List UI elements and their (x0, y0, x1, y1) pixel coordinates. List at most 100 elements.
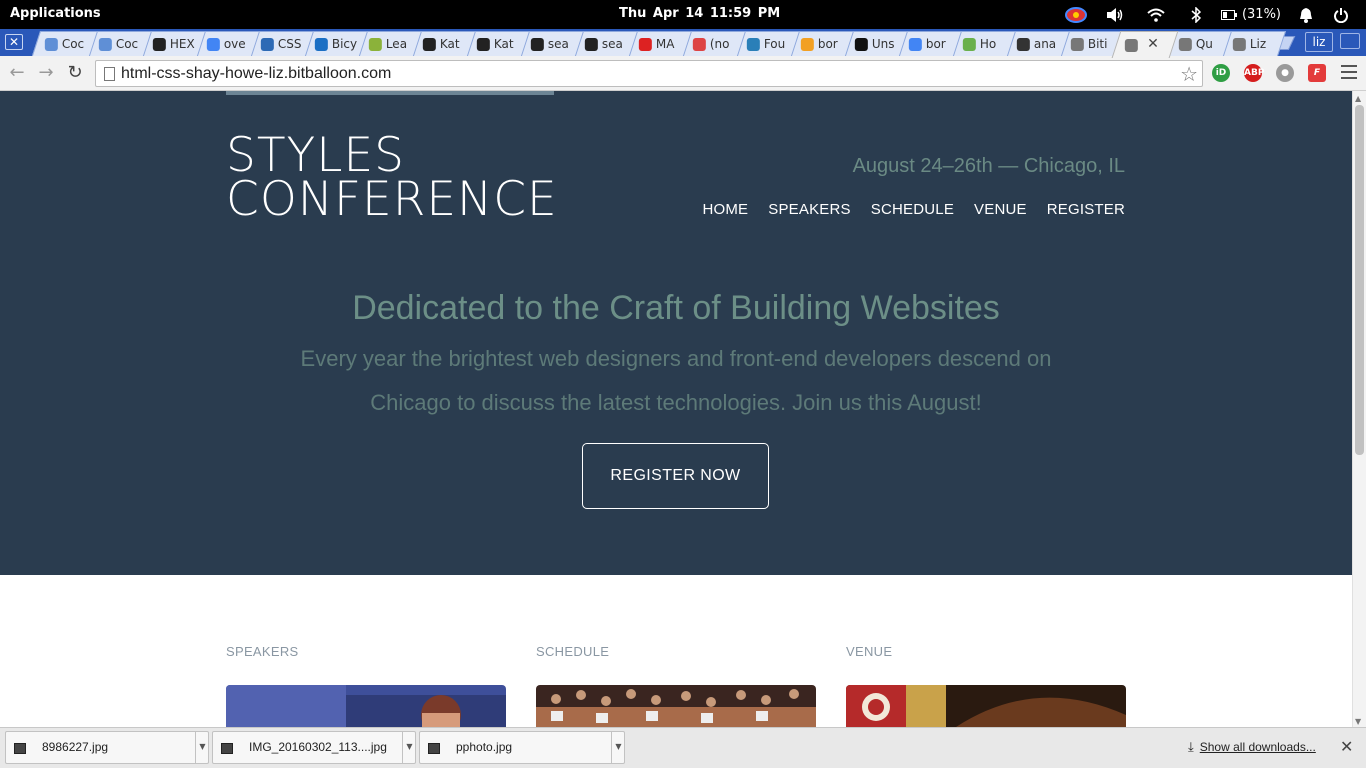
volume-icon[interactable] (1096, 0, 1136, 29)
browser-tab[interactable]: ✕ (1111, 31, 1179, 58)
reload-icon[interactable]: ↻ (64, 62, 86, 84)
system-clock[interactable]: Thu Apr 14 11:59 PM (619, 6, 780, 21)
tab-label: Coc (115, 37, 139, 51)
main-nav: HOME SPEAKERS SCHEDULE VENUE REGISTER (702, 201, 1125, 218)
web-page: STYLES CONFERENCE August 24–26th — Chica… (0, 91, 1352, 727)
browser-tab-strip: ✕ Coc Coc HEX ove CSS Bicy Lea Kat Kat sea sea MA (n… (0, 29, 1366, 58)
tab-label: ove (223, 37, 246, 51)
nav-venue[interactable]: VENUE (974, 201, 1027, 218)
speakers-image[interactable] (226, 685, 506, 727)
nav-speakers[interactable]: SPEAKERS (768, 201, 850, 218)
register-now-button[interactable]: REGISTER NOW (582, 443, 769, 509)
profile-button[interactable]: liz (1305, 32, 1333, 52)
back-icon[interactable]: ← (6, 62, 28, 84)
url-text[interactable]: html-css-shay-howe-liz.bitballoon.com (121, 65, 391, 83)
forward-icon[interactable]: → (35, 62, 57, 84)
battery-percent: (31%) (1241, 7, 1282, 22)
column-label-schedule[interactable]: SCHEDULE (536, 644, 609, 659)
tab-favicon-icon (530, 37, 544, 51)
page-scrollbar[interactable]: ▲ ▼ (1352, 91, 1366, 727)
schedule-image[interactable] (536, 685, 816, 727)
extension-gray-icon[interactable]: ● (1276, 64, 1294, 82)
address-bar[interactable]: html-css-shay-howe-liz.bitballoon.com ☆ (95, 60, 1203, 87)
event-dateline: August 24–26th — Chicago, IL (852, 155, 1125, 177)
tab-favicon-icon (476, 37, 490, 51)
scroll-thumb[interactable] (1355, 105, 1364, 455)
tab-favicon-icon (1070, 37, 1084, 51)
image-file-icon (428, 743, 440, 754)
chevron-down-icon[interactable]: ▼ (195, 731, 209, 764)
image-file-icon (221, 743, 233, 754)
tab-label: Fou (763, 37, 786, 51)
close-downloads-icon[interactable]: ✕ (1340, 737, 1353, 756)
hero-title: Dedicated to the Craft of Building Websi… (352, 289, 1000, 327)
download-filename: IMG_20160302_113....jpg (249, 740, 387, 754)
tab-favicon-icon (422, 37, 436, 51)
power-icon[interactable] (1326, 0, 1356, 29)
nav-schedule[interactable]: SCHEDULE (871, 201, 954, 218)
tab-label: Bicy (331, 37, 358, 51)
chevron-down-icon[interactable]: ▼ (611, 731, 625, 764)
tab-label: Uns (871, 37, 895, 51)
tab-label: Kat (493, 37, 514, 51)
tab-favicon-icon (800, 37, 814, 51)
extension-id-icon[interactable]: iD (1212, 64, 1230, 82)
tab-favicon-icon (584, 37, 598, 51)
download-item[interactable]: 8986227.jpg ▼ (5, 731, 209, 764)
download-filename: 8986227.jpg (42, 740, 109, 754)
battery-icon (1220, 9, 1237, 20)
hero-section: STYLES CONFERENCE August 24–26th — Chica… (0, 91, 1352, 575)
tab-label: sea (601, 37, 623, 51)
close-window-icon[interactable]: ✕ (5, 34, 23, 50)
tab-favicon-icon (1016, 37, 1030, 51)
tab-label: ana (1033, 37, 1057, 51)
column-label-speakers[interactable]: SPEAKERS (226, 644, 298, 659)
logo-accent-bar (226, 91, 554, 95)
tab-label: Ho (979, 37, 997, 51)
downloads-bar: 8986227.jpg ▼ IMG_20160302_113....jpg ▼ … (0, 727, 1366, 768)
show-all-downloads-link[interactable]: Show all downloads... (1200, 740, 1316, 754)
tab-favicon-icon (746, 37, 760, 51)
download-item[interactable]: IMG_20160302_113....jpg ▼ (212, 731, 416, 764)
hero-text: Every year the brightest web designers a… (300, 346, 1052, 415)
extension-f-icon[interactable]: F (1308, 64, 1326, 82)
scroll-down-icon[interactable]: ▼ (1355, 717, 1361, 726)
tab-favicon-icon (1232, 37, 1246, 51)
notifications-bell-icon[interactable] (1286, 0, 1326, 29)
applications-menu[interactable]: Applications (10, 6, 101, 21)
venue-image[interactable] (846, 685, 1126, 727)
battery-indicator[interactable]: (31%) (1216, 0, 1286, 29)
wifi-icon[interactable] (1136, 0, 1176, 29)
tab-favicon-icon (962, 37, 976, 51)
tab-label: MA (655, 37, 675, 51)
download-item[interactable]: pphoto.jpg ▼ (419, 731, 625, 764)
tab-label: Lea (385, 37, 408, 51)
bluetooth-icon[interactable] (1176, 0, 1216, 29)
bookmark-star-icon[interactable]: ☆ (1180, 62, 1198, 86)
tab-label: Qu (1195, 37, 1213, 51)
chevron-down-icon[interactable]: ▼ (402, 731, 416, 764)
nav-home[interactable]: HOME (702, 201, 748, 218)
tab-label: (no (709, 37, 730, 51)
download-filename: pphoto.jpg (456, 740, 513, 754)
browser-toolbar: ← → ↻ html-css-shay-howe-liz.bitballoon.… (0, 56, 1366, 91)
tab-favicon-icon (854, 37, 868, 51)
system-tray: (31%) (1056, 0, 1356, 29)
adblock-icon[interactable]: ABP (1244, 64, 1264, 82)
tab-favicon-icon (692, 37, 706, 51)
site-logo[interactable]: STYLES CONFERENCE (226, 132, 558, 223)
scroll-up-icon[interactable]: ▲ (1355, 94, 1361, 103)
nav-register[interactable]: REGISTER (1047, 201, 1125, 218)
tab-favicon-icon (260, 37, 274, 51)
browser-menu-icon[interactable] (1341, 65, 1357, 83)
browser-tab[interactable]: Coc (31, 31, 99, 56)
show-all-downloads[interactable]: ⤓ Show all downloads... (1188, 739, 1316, 755)
tab-favicon-icon (368, 37, 382, 51)
download-arrow-icon: ⤓ (1188, 739, 1194, 754)
window-switch-icon[interactable] (1340, 33, 1360, 49)
close-tab-icon[interactable]: ✕ (1147, 36, 1159, 52)
column-label-venue[interactable]: VENUE (846, 644, 892, 659)
tab-favicon-icon (314, 37, 328, 51)
app-indicator-icon[interactable] (1056, 0, 1096, 29)
tab-favicon-icon (1124, 38, 1138, 52)
